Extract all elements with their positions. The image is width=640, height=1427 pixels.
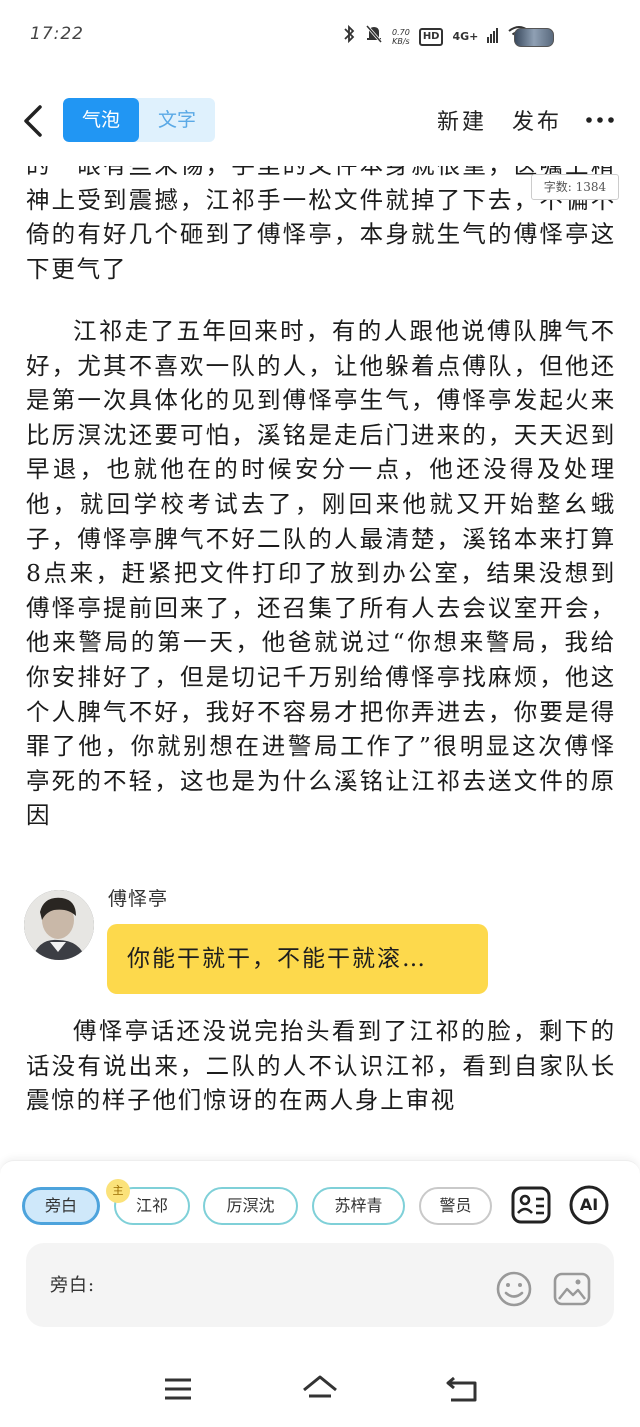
contact-card-icon [511, 1186, 551, 1224]
chevron-left-icon [24, 105, 42, 137]
top-nav: 气泡 文字 新建 发布 [0, 92, 640, 150]
speed-unit: KB/s [392, 36, 410, 46]
home-button[interactable] [300, 1372, 340, 1406]
speaker-name: 傅怿亭 [108, 888, 169, 910]
smile-icon [496, 1271, 532, 1307]
role-chip-suziqing[interactable]: 苏梓青 [312, 1187, 405, 1225]
image-icon [553, 1272, 591, 1306]
network-speed: 0.70 KB/s [392, 28, 410, 46]
speed-value: 0.70 [392, 27, 410, 37]
menu-icon [165, 1378, 191, 1400]
mute-bell-icon [365, 24, 383, 49]
tab-text[interactable]: 文字 [139, 98, 215, 142]
network-type: 4G+ [452, 29, 479, 43]
dialogue-bubble[interactable]: 你能干就干，不能干就滚… [107, 924, 488, 994]
story-content[interactable]: 的一眼有些来惕，手里的文件本身就很重，医嘱上精神上受到震撼，江祁手一松文件就掉了… [0, 166, 640, 1156]
menu-button[interactable] [158, 1372, 198, 1406]
editor-panel: 旁白 江祁 主 厉溟沈 苏梓青 警员 AI 旁白: [0, 1160, 640, 1360]
emoji-button[interactable] [494, 1269, 534, 1309]
paragraph-tail: 傅怿亭话还没说完抬头看到了江祁的脸，剩下的话没有说出来，二队的人不认识江祁，看到… [26, 1017, 616, 1115]
bluetooth-icon [342, 24, 356, 49]
more-dots-icon [586, 117, 614, 123]
more-button[interactable] [584, 100, 616, 136]
paragraph-main: 江祁走了五年回来时，有的人跟他说傅队脾气不好，尤其不喜欢一队的人，让他躲着点傅队… [26, 317, 616, 830]
tab-bubble[interactable]: 气泡 [63, 98, 139, 142]
avatar[interactable] [24, 890, 94, 960]
back-nav-button[interactable] [442, 1372, 482, 1406]
paragraph-partial: 的一眼有些来惕，手里的文件本身就很重，医嘱上精神上受到震撼，江祁手一松文件就掉了… [26, 166, 616, 283]
new-button[interactable]: 新建 [437, 104, 487, 136]
dialogue-input[interactable]: 旁白: [26, 1243, 614, 1327]
battery-icon [514, 28, 554, 47]
role-chip-limingshen[interactable]: 厉溟沈 [203, 1187, 298, 1225]
role-chip-officer[interactable]: 警员 [419, 1187, 492, 1225]
image-button[interactable] [552, 1269, 592, 1309]
home-icon [303, 1375, 337, 1398]
return-icon [446, 1376, 477, 1402]
lead-badge: 主 [106, 1179, 130, 1203]
character-manager-button[interactable] [511, 1185, 551, 1225]
back-button[interactable] [14, 98, 54, 144]
system-nav-bar [0, 1360, 640, 1427]
publish-button[interactable]: 发布 [512, 104, 562, 136]
word-count-badge: 字数: 1384 [531, 174, 619, 200]
role-chip-narration[interactable]: 旁白 [22, 1187, 100, 1225]
status-bar: 17:22 0.70 KB/s HD 4G+ [0, 0, 640, 70]
ai-button[interactable]: AI [569, 1185, 609, 1225]
input-role-label: 旁白: [50, 1275, 96, 1296]
mode-segmented-control: 气泡 文字 [63, 98, 215, 142]
status-time: 17:22 [30, 24, 84, 44]
status-icons: 0.70 KB/s HD 4G+ [342, 24, 531, 49]
signal-icon [487, 25, 499, 48]
hd-badge: HD [418, 27, 444, 46]
ai-label: AI [579, 1195, 599, 1214]
